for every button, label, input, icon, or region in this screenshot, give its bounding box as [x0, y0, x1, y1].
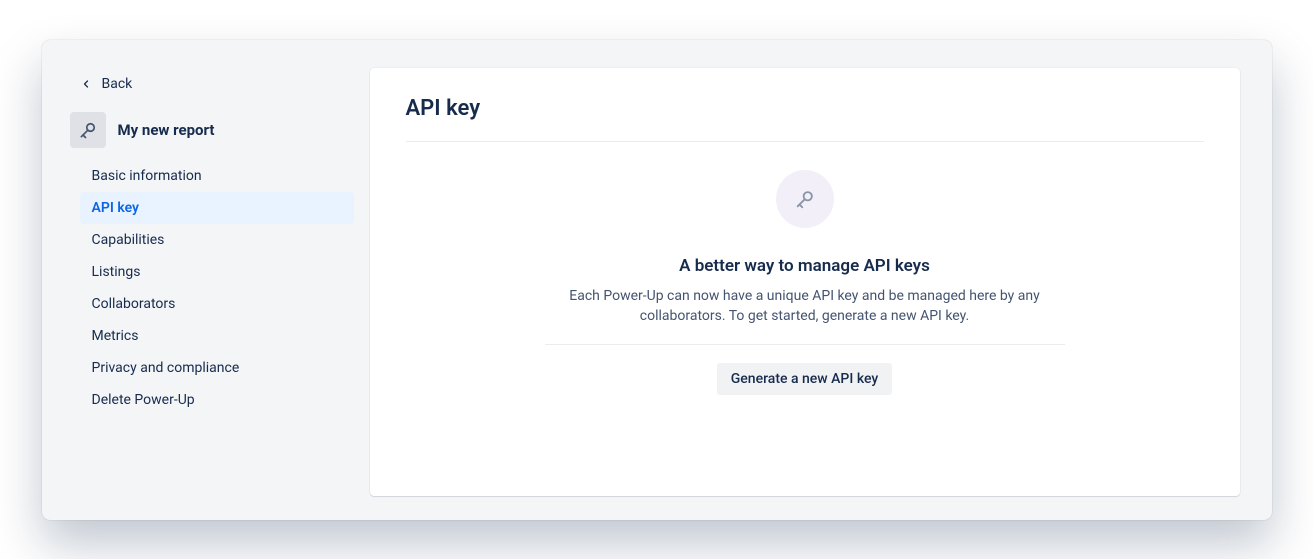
sidebar-item-api-key[interactable]: API key	[80, 192, 354, 224]
divider	[545, 344, 1065, 345]
generate-api-key-button[interactable]: Generate a new API key	[717, 363, 893, 395]
page-title: API key	[406, 96, 1204, 121]
chevron-left-icon	[78, 76, 94, 92]
project-row: My new report	[70, 112, 354, 148]
sidebar-item-capabilities[interactable]: Capabilities	[80, 224, 354, 256]
empty-heading: A better way to manage API keys	[679, 256, 930, 276]
sidebar-item-label: Collaborators	[92, 296, 176, 312]
sidebar: Back My new report Basic information API…	[70, 68, 370, 496]
sidebar-item-listings[interactable]: Listings	[80, 256, 354, 288]
sidebar-item-label: Metrics	[92, 328, 139, 344]
nav-list: Basic information API key Capabilities L…	[70, 160, 354, 416]
sidebar-item-label: API key	[92, 200, 139, 216]
empty-state: A better way to manage API keys Each Pow…	[545, 142, 1065, 396]
back-label: Back	[102, 76, 133, 92]
main-panel: API key A better way to manage API keys …	[370, 68, 1240, 496]
sidebar-item-label: Delete Power-Up	[92, 392, 195, 408]
sidebar-item-label: Listings	[92, 264, 141, 280]
sidebar-item-label: Basic information	[92, 168, 202, 184]
sidebar-item-collaborators[interactable]: Collaborators	[80, 288, 354, 320]
sidebar-item-basic-information[interactable]: Basic information	[80, 160, 354, 192]
project-title: My new report	[118, 121, 215, 139]
sidebar-item-label: Capabilities	[92, 232, 165, 248]
key-icon	[70, 112, 106, 148]
sidebar-item-privacy-compliance[interactable]: Privacy and compliance	[80, 352, 354, 384]
empty-text: Each Power-Up can now have a unique API …	[545, 286, 1065, 327]
button-label: Generate a new API key	[731, 371, 879, 387]
sidebar-item-metrics[interactable]: Metrics	[80, 320, 354, 352]
app-window: Back My new report Basic information API…	[42, 40, 1272, 520]
key-icon	[776, 170, 834, 228]
back-link[interactable]: Back	[70, 72, 354, 96]
sidebar-item-label: Privacy and compliance	[92, 360, 240, 376]
sidebar-item-delete-power-up[interactable]: Delete Power-Up	[80, 384, 354, 416]
